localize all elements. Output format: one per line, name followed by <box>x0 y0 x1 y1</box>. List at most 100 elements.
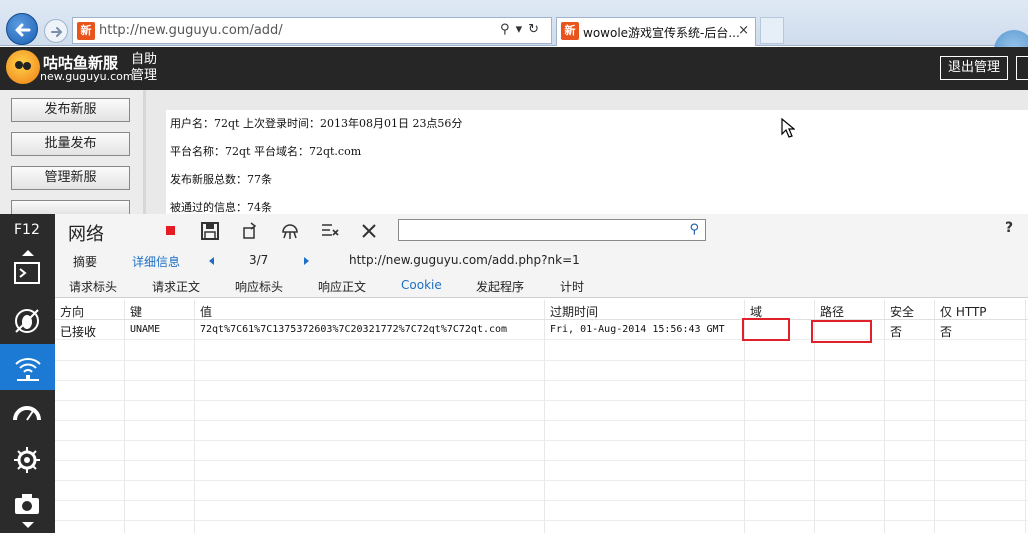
col-direction[interactable]: 方向 <box>60 303 84 320</box>
empty-row-line <box>55 460 1028 461</box>
approved-count-line: 被通过的信息：74条 <box>170 201 272 214</box>
user-info-line: 用户名：72qt 上次登录时间：2013年08月01日 23点56分 <box>170 117 463 130</box>
subtab-initiator[interactable]: 发起程序 <box>476 278 524 295</box>
cell-secure: 否 <box>890 325 903 339</box>
close-icon <box>362 224 376 238</box>
table-row[interactable]: 已接收 UNAME 72qt%7C61%7C1375372603%7C20321… <box>55 320 1028 340</box>
export-button[interactable] <box>201 222 219 240</box>
network-tool[interactable] <box>0 344 55 390</box>
network-panel: 网络 ⚲ ? 摘要 详细信息 3/7 http://new.guguyu.com… <box>55 214 1028 533</box>
request-url: http://new.guguyu.com/add.php?nk=1 <box>349 253 580 267</box>
forward-button[interactable] <box>44 19 68 43</box>
new-tab-button[interactable] <box>760 17 784 44</box>
gauge-icon <box>13 406 41 421</box>
empty-row-line <box>55 380 1028 381</box>
stop-capture-button[interactable] <box>162 222 180 240</box>
col-expires[interactable]: 过期时间 <box>550 303 598 320</box>
tab-title: wowole游戏宣传系统-后台... <box>583 26 740 40</box>
arrow-right-icon <box>51 27 63 37</box>
address-url[interactable]: http://new.guguyu.com/add/ <box>99 23 283 38</box>
publish-server-button[interactable]: 发布新服 <box>11 98 130 122</box>
search-input[interactable]: ⚲ <box>398 219 706 241</box>
logout-button[interactable]: 退出管理 <box>940 56 1008 80</box>
browser-toolbar: 新 http://new.guguyu.com/add/ ⚲▾↻ 新 wowol… <box>0 0 1028 70</box>
debugger-tool[interactable] <box>0 297 55 343</box>
col-path[interactable]: 路径 <box>820 303 844 320</box>
cell-expires: Fri, 01-Aug-2014 15:56:43 GMT <box>550 324 725 335</box>
empty-row-line <box>55 360 1028 361</box>
cell-key: UNAME <box>130 324 161 335</box>
back-button[interactable] <box>6 13 38 45</box>
cell-http-only: 否 <box>940 325 953 339</box>
subtab-response-body[interactable]: 响应正文 <box>318 278 366 295</box>
empty-row-line <box>55 400 1028 401</box>
col-value[interactable]: 值 <box>200 303 212 320</box>
cookies-table: 方向 键 值 过期时间 域 路径 安全 仅 HTTP 已接收 UNAME 72q… <box>55 300 1028 533</box>
save-icon <box>201 222 219 240</box>
browser-tab[interactable]: 新 wowole游戏宣传系统-后台... × <box>556 17 756 46</box>
details-subtabs: 请求标头 请求正文 响应标头 响应正文 Cookie 发起程序 计时 <box>55 273 1028 298</box>
request-counter: 3/7 <box>249 253 269 267</box>
empty-row-line <box>55 420 1028 421</box>
subtab-request-headers[interactable]: 请求标头 <box>69 278 117 295</box>
console-icon <box>14 262 40 284</box>
panel-title: 网络 <box>68 224 104 245</box>
site-header: 咕咕鱼新服 new.guguyu.com 自助管理 退出管理 <box>0 47 1028 90</box>
mouse-cursor-icon <box>781 118 795 138</box>
tab-details[interactable]: 详细信息 <box>132 253 180 270</box>
subtab-request-body[interactable]: 请求正文 <box>152 278 200 295</box>
console-tool[interactable] <box>0 250 55 296</box>
close-session-button[interactable] <box>360 222 378 240</box>
network-toolbar: 网络 ⚲ ? <box>55 214 1028 248</box>
previous-request-icon[interactable] <box>209 257 214 265</box>
tab-summary[interactable]: 摘要 <box>73 253 97 270</box>
always-refresh-button[interactable] <box>241 222 259 240</box>
empty-row-line <box>55 520 1028 521</box>
col-http-only[interactable]: 仅 HTTP <box>940 303 987 320</box>
gear-icon <box>14 447 40 473</box>
empty-row-line <box>55 440 1028 441</box>
stop-icon <box>166 226 175 235</box>
f12-label: F12 <box>14 222 40 238</box>
clear-list-icon <box>322 224 339 236</box>
help-icon[interactable]: ? <box>1005 220 1013 236</box>
empty-row-line <box>55 500 1028 501</box>
rail-scroll-down-icon[interactable] <box>22 522 34 528</box>
wifi-icon <box>15 358 41 381</box>
broom-icon <box>282 224 298 239</box>
menu-partial-button[interactable] <box>11 200 130 214</box>
clear-cache-button[interactable] <box>281 222 299 240</box>
camera-icon <box>15 494 39 514</box>
devtools-tool-rail: F12 <box>0 214 55 533</box>
batch-publish-button[interactable]: 批量发布 <box>11 132 130 156</box>
col-key[interactable]: 键 <box>130 303 142 320</box>
domain-highlight-box <box>742 318 790 341</box>
site-favicon-icon: 新 <box>77 22 95 40</box>
next-request-icon[interactable] <box>304 257 309 265</box>
cell-direction: 已接收 <box>60 325 97 339</box>
col-secure[interactable]: 安全 <box>890 303 914 320</box>
subtab-cookies[interactable]: Cookie <box>401 278 442 292</box>
refresh-from-server-icon <box>243 222 257 239</box>
side-menu: 发布新服 批量发布 管理新服 <box>0 90 146 214</box>
clear-entries-button[interactable] <box>321 222 339 240</box>
address-search-refresh-icons[interactable]: ⚲▾↻ <box>500 22 545 37</box>
subtab-timing[interactable]: 计时 <box>560 278 584 295</box>
tab-close-icon[interactable]: × <box>738 23 749 38</box>
table-header: 方向 键 值 过期时间 域 路径 安全 仅 HTTP <box>55 300 1028 320</box>
search-icon[interactable]: ⚲ <box>689 222 699 237</box>
performance-tool[interactable] <box>0 390 55 436</box>
subtab-response-headers[interactable]: 响应标头 <box>235 278 283 295</box>
logo-subtitle: 自助管理 <box>131 52 158 83</box>
header-extra-button[interactable] <box>1016 56 1028 80</box>
address-bar[interactable]: 新 http://new.guguyu.com/add/ ⚲▾↻ <box>72 17 552 44</box>
path-highlight-box <box>811 320 872 343</box>
memory-tool[interactable] <box>0 436 55 482</box>
cell-value: 72qt%7C61%7C1375372603%7C20321772%7C72qt… <box>200 324 508 335</box>
manage-servers-button[interactable]: 管理新服 <box>11 166 130 190</box>
logo-domain: new.guguyu.com <box>40 70 134 83</box>
account-info-panel: 用户名：72qt 上次登录时间：2013年08月01日 23点56分 平台名称：… <box>166 110 1028 214</box>
site-body: 发布新服 批量发布 管理新服 用户名：72qt 上次登录时间：2013年08月0… <box>0 90 1028 214</box>
fish-logo-icon <box>6 50 40 84</box>
published-count-line: 发布新服总数：77条 <box>170 173 272 186</box>
